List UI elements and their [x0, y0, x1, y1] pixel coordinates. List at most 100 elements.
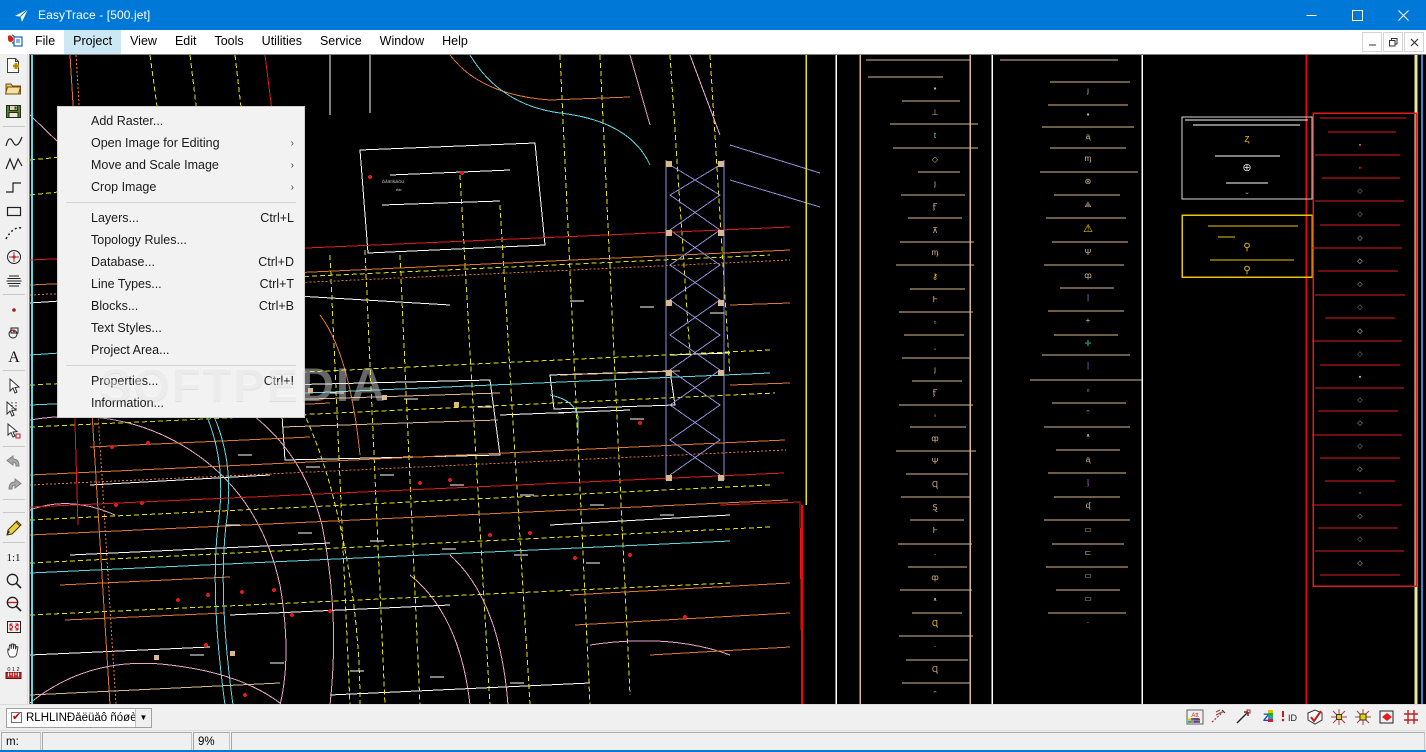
- window-title-text: EasyTrace - [500.jet]: [38, 8, 151, 22]
- menu-item-add-raster[interactable]: Add Raster...: [58, 110, 304, 132]
- rectangle-tool-button[interactable]: [1, 199, 27, 222]
- undo-button[interactable]: [1, 450, 27, 473]
- active-layer-combo[interactable]: RLHLINÐåëüåô ñóøè ▼: [6, 707, 152, 728]
- step-line-tool-button[interactable]: [1, 176, 27, 199]
- menu-view[interactable]: View: [121, 30, 166, 54]
- menu-item-line-types[interactable]: Line Types... Ctrl+T: [58, 273, 304, 295]
- svg-text:ᶆ: ᶆ: [1085, 154, 1092, 163]
- menu-utilities[interactable]: Utilities: [253, 30, 311, 54]
- chevron-down-icon[interactable]: ▼: [135, 708, 151, 727]
- id-marker-icon[interactable]: ID: [1280, 706, 1302, 728]
- svg-text:◇: ◇: [1357, 397, 1363, 404]
- menu-item-topology-rules[interactable]: Topology Rules...: [58, 229, 304, 251]
- menu-service[interactable]: Service: [311, 30, 371, 54]
- redo-button[interactable]: [1, 473, 27, 496]
- status-progress-cell: [42, 732, 192, 751]
- window-maximize-button[interactable]: [1334, 0, 1380, 30]
- chevron-right-icon: ›: [290, 181, 294, 193]
- vertex-snap-alt-icon[interactable]: [1352, 706, 1374, 728]
- menu-item-shortcut: Ctrl+I: [263, 374, 294, 388]
- menu-item-information[interactable]: Information...: [58, 392, 304, 414]
- menu-item-open-image-for-editing[interactable]: Open Image for Editing ›: [58, 132, 304, 154]
- menu-item-label: Information...: [91, 396, 164, 410]
- select-multi-button[interactable]: [1, 397, 27, 420]
- menu-tools[interactable]: Tools: [205, 30, 252, 54]
- menu-item-text-styles[interactable]: Text Styles...: [58, 317, 304, 339]
- attributes-toggle-icon[interactable]: Att: [1184, 706, 1206, 728]
- svg-text:êàì: êàì: [396, 187, 402, 192]
- polygon-fill-icon[interactable]: [1376, 706, 1398, 728]
- save-button[interactable]: [1, 100, 27, 123]
- toolbar-separator: [2, 446, 25, 447]
- grid-snap-icon[interactable]: [1400, 706, 1422, 728]
- select-region-button[interactable]: [1, 420, 27, 443]
- text-tool-button[interactable]: A: [1, 344, 27, 367]
- menu-item-label: Open Image for Editing: [91, 136, 220, 150]
- snap-to-node-icon[interactable]: [1232, 706, 1254, 728]
- menu-item-layers[interactable]: Layers... Ctrl+L: [58, 207, 304, 229]
- menu-item-properties[interactable]: Properties... Ctrl+I: [58, 370, 304, 392]
- menu-item-label: Database...: [91, 255, 155, 269]
- select-arrow-button[interactable]: [1, 374, 27, 397]
- menu-help[interactable]: Help: [433, 30, 477, 54]
- menu-item-database[interactable]: Database... Ctrl+D: [58, 251, 304, 273]
- svg-text:ᶑ: ᶑ: [1086, 501, 1091, 510]
- svg-text:✛: ✛: [1085, 339, 1092, 348]
- menu-item-label: Topology Rules...: [91, 233, 187, 247]
- zoom-out-button[interactable]: [1, 592, 27, 615]
- mdi-restore-button[interactable]: [1383, 32, 1403, 52]
- svg-text:ȷ: ȷ: [933, 179, 936, 188]
- menu-file[interactable]: File: [26, 30, 64, 54]
- point-tool-button[interactable]: [1, 298, 27, 321]
- menu-item-blocks[interactable]: Blocks... Ctrl+B: [58, 295, 304, 317]
- spline-tool-button[interactable]: [1, 130, 27, 153]
- hatch-tool-button[interactable]: [1, 268, 27, 291]
- window-minimize-button[interactable]: [1288, 0, 1334, 30]
- menu-project[interactable]: Project: [64, 29, 122, 54]
- svg-text:Ⱶ: Ⱶ: [933, 526, 938, 535]
- svg-text:ÒÅÏËÎÑÅÒÜ: ÒÅÏËÎÑÅÒÜ: [382, 179, 404, 184]
- snap-to-line-icon[interactable]: [1208, 706, 1230, 728]
- layer-visible-checkbox[interactable]: [11, 710, 22, 723]
- vertex-snap-icon[interactable]: [1328, 706, 1350, 728]
- mdi-minimize-button[interactable]: [1362, 32, 1382, 52]
- svg-text:⊕: ⊕: [1242, 162, 1251, 174]
- svg-text:◇: ◇: [1357, 188, 1363, 195]
- topology-check-icon[interactable]: [1304, 706, 1326, 728]
- svg-text:⚲: ⚲: [1243, 265, 1250, 276]
- window-close-button[interactable]: [1380, 0, 1426, 30]
- zoom-actual-button[interactable]: 1:1: [1, 546, 27, 569]
- menu-window[interactable]: Window: [371, 30, 433, 54]
- pan-hand-button[interactable]: [1, 638, 27, 661]
- z-color-palette-icon[interactable]: Z: [1256, 706, 1278, 728]
- menu-item-move-and-scale-image[interactable]: Move and Scale Image ›: [58, 154, 304, 176]
- mdi-close-button[interactable]: [1404, 32, 1424, 52]
- zoom-fit-button[interactable]: [1, 615, 27, 638]
- block-tool-button[interactable]: [1, 321, 27, 344]
- svg-text:ID: ID: [1288, 713, 1298, 723]
- measure-button[interactable]: 0 1 2: [1, 661, 27, 684]
- open-folder-button[interactable]: [1, 77, 27, 100]
- menu-item-label: Layers...: [91, 211, 139, 225]
- svg-text:+: +: [1086, 316, 1091, 325]
- menu-item-project-area[interactable]: Project Area...: [58, 339, 304, 361]
- mdi-document-icon[interactable]: [4, 34, 26, 49]
- svg-text:Att: Att: [1191, 713, 1199, 719]
- svg-text:ᶆ: ᶆ: [932, 248, 939, 257]
- svg-text:ȹ: ȹ: [931, 573, 938, 582]
- menu-item-label: Move and Scale Image: [91, 158, 219, 172]
- zoom-in-button[interactable]: [1, 569, 27, 592]
- dashed-arc-tool-button[interactable]: [1, 222, 27, 245]
- svg-text:▭: ▭: [1084, 594, 1092, 603]
- circle-point-tool-button[interactable]: [1, 245, 27, 268]
- edit-pencil-button[interactable]: [1, 516, 27, 539]
- svg-text:◇: ◇: [1357, 328, 1363, 335]
- toolbar-separator: [2, 126, 25, 127]
- menu-item-crop-image[interactable]: Crop Image ›: [58, 176, 304, 198]
- menu-item-label: Properties...: [91, 374, 159, 388]
- svg-text:ᵔ: ᵔ: [933, 689, 936, 698]
- polyline-tool-button[interactable]: [1, 153, 27, 176]
- new-document-button[interactable]: [1, 54, 27, 77]
- menu-edit[interactable]: Edit: [166, 30, 206, 54]
- svg-text:◇: ◇: [1357, 304, 1363, 311]
